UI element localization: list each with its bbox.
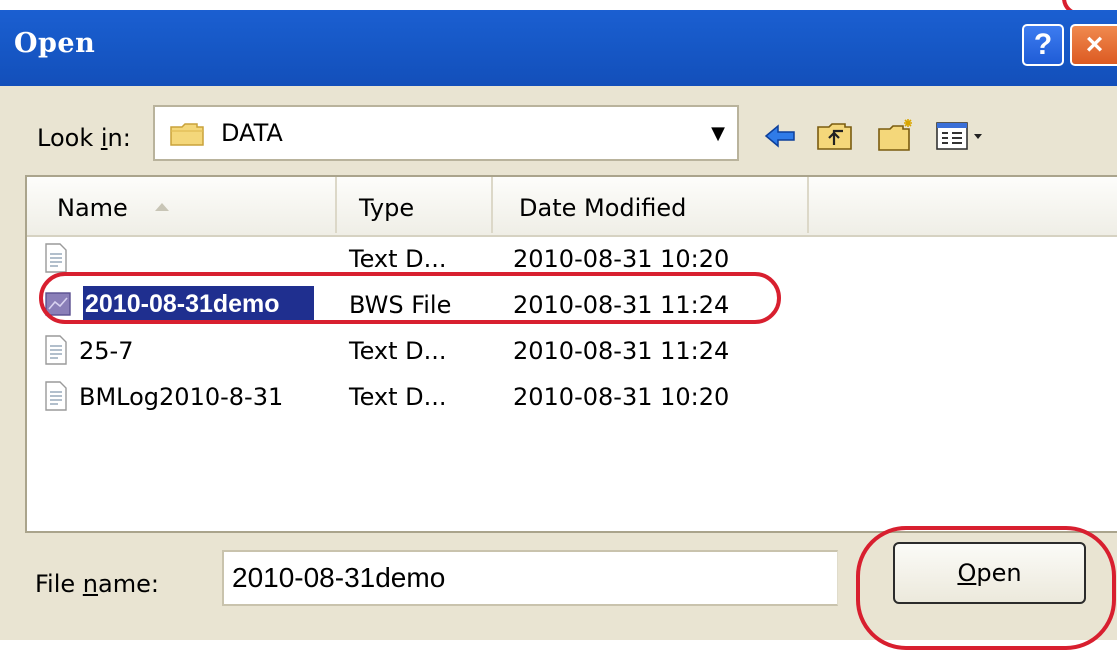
close-button[interactable]: × — [1070, 24, 1117, 66]
text-file-icon — [45, 335, 67, 365]
file-name: 25-7 — [79, 337, 134, 365]
list-header: Name Type Date Modified — [27, 177, 1117, 237]
look-in-combobox[interactable]: DATA ▼ — [153, 105, 739, 161]
view-menu-icon[interactable] — [934, 117, 986, 155]
file-date-modified: 2010-08-31 11:24 — [513, 337, 730, 365]
annotation-highlight-open-button — [856, 526, 1116, 650]
window-title: Open — [14, 28, 96, 59]
file-name: BMLog2010-8-31 — [79, 383, 284, 411]
file-name-input[interactable] — [222, 550, 838, 606]
file-row[interactable]: 25-7 Text D... 2010-08-31 11:24 — [27, 331, 1117, 375]
new-folder-icon[interactable] — [876, 117, 916, 155]
column-header-type[interactable]: Type — [337, 177, 493, 233]
look-in-value: DATA — [221, 119, 283, 147]
file-date-modified: 2010-08-31 10:20 — [513, 245, 730, 273]
text-file-icon — [45, 381, 67, 411]
title-bar[interactable]: Open ? × — [0, 10, 1117, 86]
help-button[interactable]: ? — [1022, 24, 1064, 66]
column-header-date-modified[interactable]: Date Modified — [493, 177, 809, 233]
up-one-level-icon[interactable] — [815, 117, 855, 155]
open-dialog: Open ? × Look in: DATA ▼ Name Type Date … — [0, 10, 1117, 650]
file-type: Text D... — [349, 337, 447, 365]
folder-icon — [170, 123, 204, 146]
file-type: Text D... — [349, 383, 447, 411]
column-header-name[interactable]: Name — [27, 177, 337, 233]
file-row[interactable]: BMLog2010-8-31 Text D... 2010-08-31 10:2… — [27, 377, 1117, 421]
file-date-modified: 2010-08-31 10:20 — [513, 383, 730, 411]
file-list[interactable]: Name Type Date Modified Text D... 2010-0… — [25, 175, 1117, 533]
back-arrow-icon[interactable] — [760, 117, 800, 155]
look-in-label: Look in: — [37, 124, 131, 152]
chevron-down-icon[interactable]: ▼ — [703, 112, 733, 154]
file-type: Text D... — [349, 245, 447, 273]
text-file-icon — [45, 243, 67, 273]
file-name-label: File name: — [35, 570, 159, 598]
sort-ascending-icon — [155, 203, 169, 211]
annotation-highlight-selected-row — [39, 272, 781, 324]
